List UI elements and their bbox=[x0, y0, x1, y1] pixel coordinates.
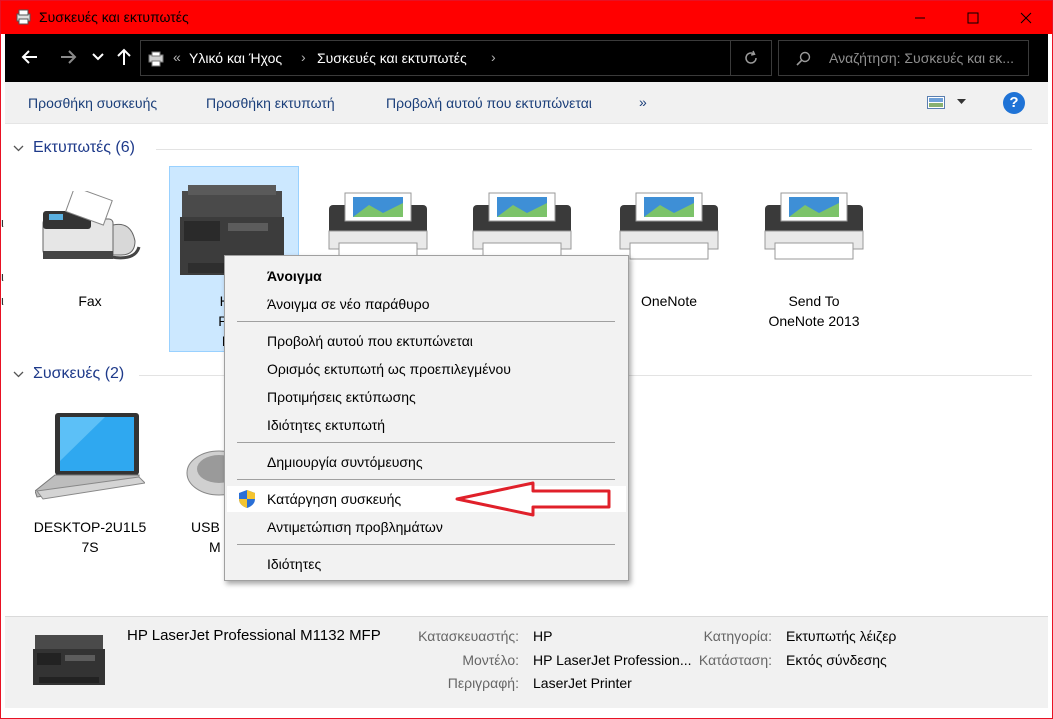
see-whats-printing-button[interactable]: Προβολή αυτού που εκτυπώνεται bbox=[386, 95, 592, 111]
title-bar[interactable]: Συσκευές και εκτυπωτές bbox=[1, 1, 1052, 34]
description-value: LaserJet Printer bbox=[533, 675, 632, 691]
group-divider bbox=[156, 149, 1032, 150]
printer-tile-fax[interactable]: Fax bbox=[25, 167, 155, 351]
device-name: HP LaserJet Professional M1132 MFP bbox=[127, 627, 381, 644]
add-printer-button[interactable]: Προσθήκη εκτυπωτή bbox=[206, 95, 335, 111]
maximize-icon bbox=[967, 12, 979, 23]
breadcrumb-chevron-icon[interactable]: › bbox=[301, 49, 306, 65]
fax-icon bbox=[42, 191, 141, 260]
printer-tile-send-to-onenote[interactable]: Send To OneNote 2013 bbox=[749, 167, 879, 351]
menu-item-properties[interactable]: Ιδιότητες bbox=[267, 556, 321, 572]
collapse-caret-icon[interactable] bbox=[13, 367, 27, 381]
device-tile-desktop[interactable]: DESKTOP-2U1L5 7S bbox=[25, 393, 155, 563]
mfp-printer-icon bbox=[33, 635, 105, 685]
menu-item-see-whats-printing[interactable]: Προβολή αυτού που εκτυπώνεται bbox=[267, 333, 473, 349]
background-window-fragment: ι bbox=[1, 269, 4, 284]
annotation-arrow-icon bbox=[455, 481, 611, 517]
devices-group-title: Συσκευές (2) bbox=[33, 365, 125, 382]
uac-shield-icon bbox=[239, 490, 255, 508]
status-value: Εκτός σύνδεσης bbox=[786, 652, 887, 668]
devices-and-printers-window: Συσκευές και εκτυπωτές « Υλικό και Ήχος … bbox=[0, 0, 1053, 719]
model-label: Μοντέλο: bbox=[462, 652, 519, 668]
navigation-bar: « Υλικό και Ήχος › Συσκευές και εκτυπωτέ… bbox=[5, 34, 1048, 82]
back-arrow-icon bbox=[21, 50, 37, 64]
menu-item-set-default-printer[interactable]: Ορισμός εκτυπωτή ως προεπιλεγμένου bbox=[267, 361, 511, 377]
forward-button[interactable] bbox=[57, 46, 79, 68]
menu-item-troubleshoot[interactable]: Αντιμετώπιση προβλημάτων bbox=[267, 519, 443, 535]
close-button[interactable] bbox=[1003, 1, 1049, 34]
menu-item-remove-device[interactable]: Κατάργηση συσκευής bbox=[267, 491, 401, 507]
more-commands-button[interactable]: » bbox=[639, 94, 647, 110]
breadcrumb-chevron-icon[interactable]: › bbox=[491, 49, 496, 65]
breadcrumb-overflow[interactable]: « bbox=[173, 49, 181, 65]
up-arrow-icon bbox=[117, 48, 131, 65]
up-button[interactable] bbox=[113, 46, 135, 68]
background-window-fragment: ι bbox=[1, 293, 4, 308]
category-label: Κατηγορία: bbox=[703, 628, 772, 644]
back-button[interactable] bbox=[19, 46, 41, 68]
category-value: Εκτυπωτής λέιζερ bbox=[786, 628, 897, 644]
printer-label: Send To OneNote 2013 bbox=[768, 293, 860, 329]
printer-label: Fax bbox=[78, 293, 102, 309]
search-box[interactable]: Αναζήτηση: Συσκευές και εκ... bbox=[778, 40, 1029, 76]
menu-item-printing-preferences[interactable]: Προτιμήσεις εκτύπωσης bbox=[267, 389, 416, 405]
address-divider bbox=[730, 41, 731, 75]
menu-item-open[interactable]: Άνοιγμα bbox=[267, 268, 322, 284]
window-title: Συσκευές και εκτυπωτές bbox=[39, 9, 189, 25]
recent-locations-button[interactable] bbox=[87, 46, 109, 68]
add-device-button[interactable]: Προσθήκη συσκευής bbox=[28, 95, 157, 111]
menu-separator bbox=[237, 321, 615, 322]
address-bar[interactable]: « Υλικό και Ήχος › Συσκευές και εκτυπωτέ… bbox=[140, 40, 772, 76]
maximize-button[interactable] bbox=[950, 1, 996, 34]
search-placeholder: Αναζήτηση: Συσκευές και εκ... bbox=[829, 50, 1014, 66]
details-pane: HP LaserJet Professional M1132 MFP Κατασ… bbox=[5, 616, 1048, 708]
status-label: Κατάσταση: bbox=[698, 652, 772, 668]
refresh-icon[interactable] bbox=[743, 50, 759, 66]
control-panel-icon bbox=[148, 51, 164, 67]
devices-printers-icon bbox=[16, 9, 31, 25]
menu-separator bbox=[237, 442, 615, 443]
menu-item-open-new-window[interactable]: Άνοιγμα σε νέο παράθυρο bbox=[267, 296, 430, 312]
manufacturer-value: HP bbox=[533, 628, 553, 644]
printers-group-header[interactable]: Εκτυπωτές (6) bbox=[13, 139, 135, 157]
change-view-icon[interactable] bbox=[927, 96, 945, 109]
forward-arrow-icon bbox=[61, 50, 77, 64]
background-window-fragment: ι bbox=[1, 215, 4, 230]
menu-item-printer-properties[interactable]: Ιδιότητες εκτυπωτή bbox=[267, 417, 385, 433]
breadcrumb-hardware-sound[interactable]: Υλικό και Ήχος bbox=[189, 50, 282, 66]
view-dropdown-icon[interactable] bbox=[957, 99, 966, 105]
search-icon bbox=[796, 51, 811, 66]
collapse-caret-icon[interactable] bbox=[13, 141, 27, 155]
laptop-icon bbox=[35, 413, 145, 500]
minimize-button[interactable] bbox=[897, 1, 943, 34]
command-bar: Προσθήκη συσκευής Προσθήκη εκτυπωτή Προβ… bbox=[5, 82, 1048, 124]
printer-icon bbox=[472, 192, 572, 260]
printers-group-title: Εκτυπωτές (6) bbox=[33, 139, 135, 156]
printer-icon bbox=[764, 192, 864, 260]
device-label: DESKTOP-2U1L5 7S bbox=[33, 519, 147, 555]
printer-icon bbox=[328, 192, 428, 260]
minimize-icon bbox=[915, 17, 925, 18]
manufacturer-label: Κατασκευαστής: bbox=[418, 628, 519, 644]
chevron-down-icon bbox=[92, 53, 104, 61]
context-menu: Άνοιγμα Άνοιγμα σε νέο παράθυρο Προβολή … bbox=[224, 255, 629, 581]
model-value: HP LaserJet Profession... bbox=[533, 652, 692, 668]
menu-separator bbox=[237, 479, 615, 480]
menu-item-create-shortcut[interactable]: Δημιουργία συντόμευσης bbox=[267, 454, 423, 470]
description-label: Περιγραφή: bbox=[447, 675, 519, 691]
help-icon[interactable]: ? bbox=[1003, 92, 1025, 114]
menu-separator bbox=[237, 544, 615, 545]
devices-group-header[interactable]: Συσκευές (2) bbox=[13, 365, 124, 383]
breadcrumb-devices-printers[interactable]: Συσκευές και εκτυπωτές bbox=[317, 50, 467, 66]
printer-icon bbox=[619, 192, 719, 260]
close-icon bbox=[1020, 12, 1032, 23]
